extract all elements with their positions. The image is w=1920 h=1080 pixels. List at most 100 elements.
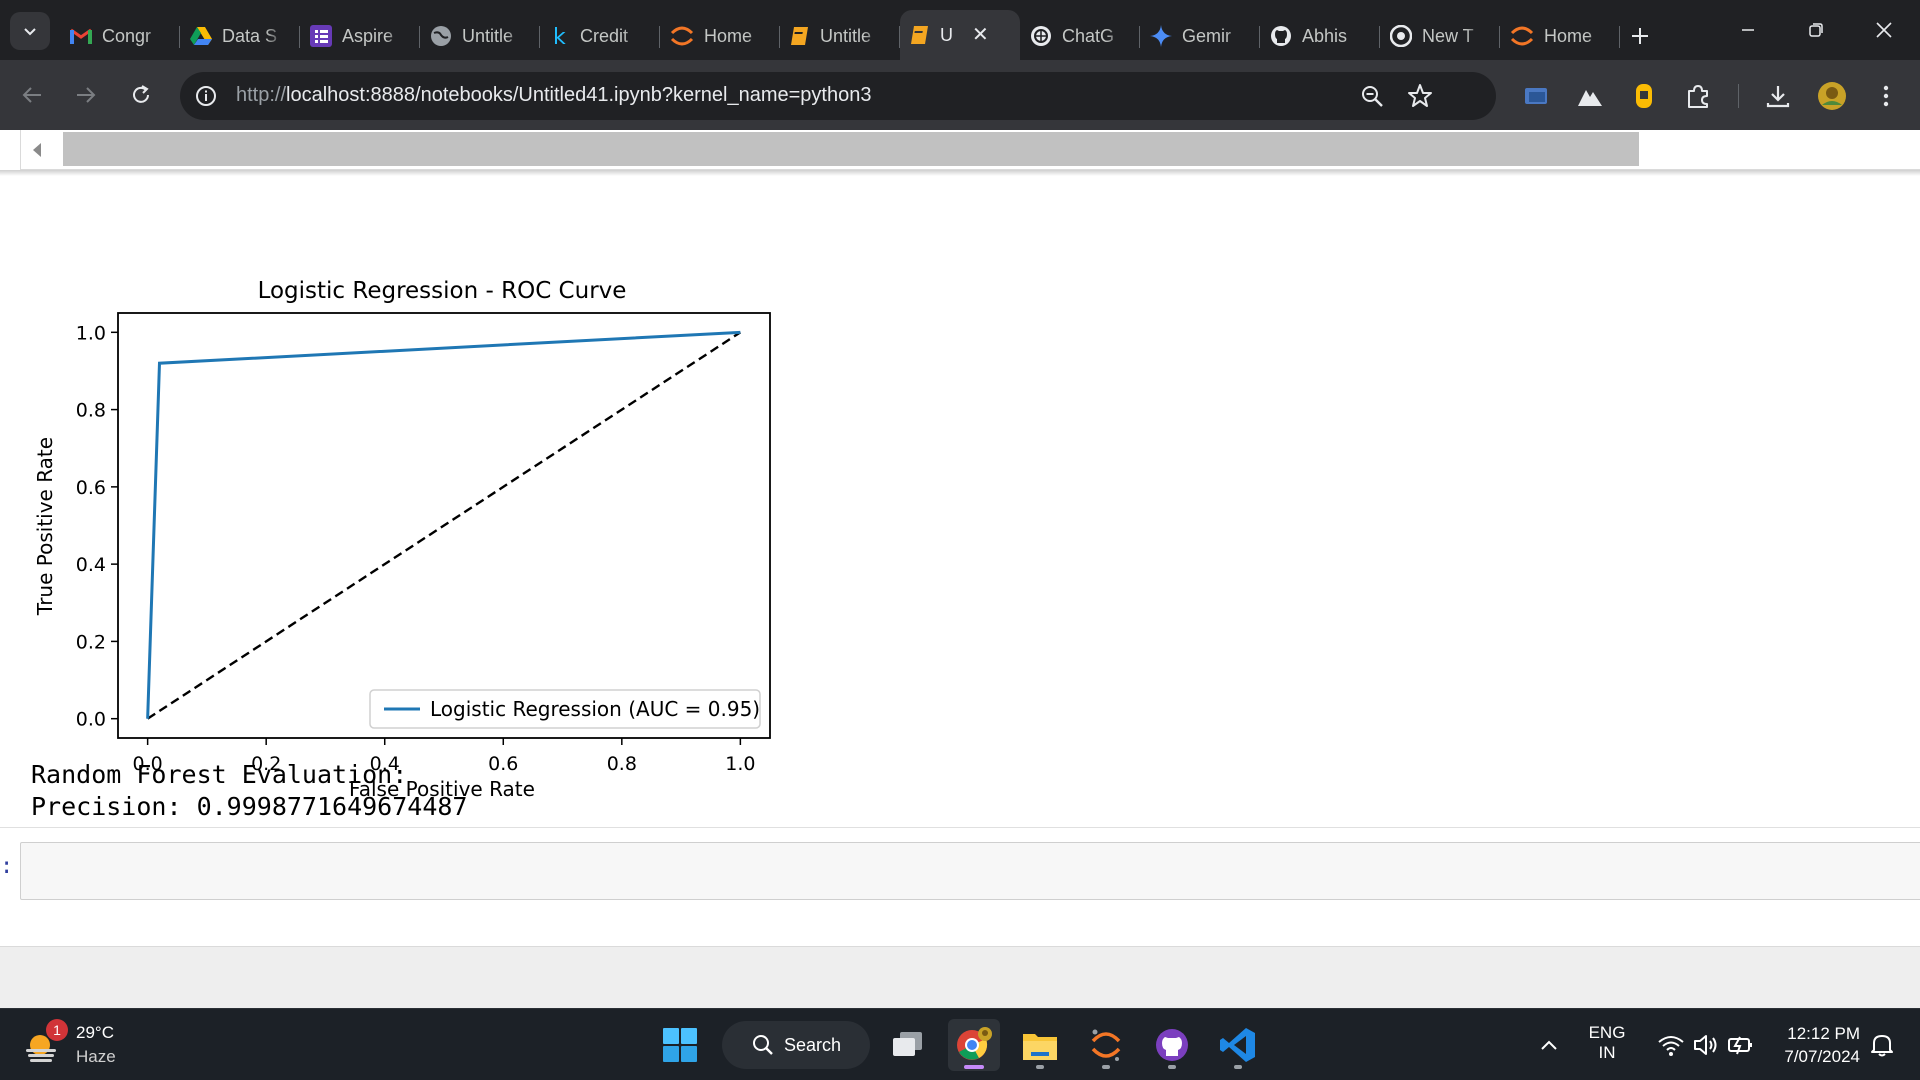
tab-gmail[interactable]: Congr	[60, 14, 180, 58]
tab-new-tab[interactable]: New T	[1380, 14, 1500, 58]
y-tick-label: 0.0	[76, 709, 106, 731]
chrome-icon	[1390, 25, 1412, 47]
tab-gemini[interactable]: Gemir	[1140, 14, 1260, 58]
search-label: Search	[784, 1034, 842, 1055]
taskbar-chrome[interactable]	[948, 1019, 1000, 1071]
clock-time: 12:12 PM	[1787, 1024, 1860, 1043]
taskbar-file-explorer[interactable]	[1014, 1019, 1066, 1071]
windows-taskbar: 1 29°C Haze Search ENG IN 12:12 PM 7/07/…	[0, 1008, 1920, 1080]
url-text[interactable]: http://localhost:8888/notebooks/Untitled…	[236, 84, 871, 107]
info-circle-icon	[196, 86, 216, 106]
notification-bell-icon	[1871, 1035, 1893, 1057]
taskbar-jupyter[interactable]	[1080, 1019, 1132, 1071]
browser-tab-strip: Congr Data S Aspire Untitle k Credit Hom…	[0, 0, 1920, 60]
running-indicator	[1168, 1065, 1176, 1069]
notebook-icon	[791, 27, 808, 45]
more-vertical-icon	[1883, 85, 1889, 107]
y-tick-label: 0.4	[76, 554, 106, 576]
tab-title: Data S	[222, 25, 278, 46]
y-tick-label: 0.8	[76, 400, 106, 422]
notification-badge: 1	[46, 1019, 68, 1041]
address-bar[interactable]: http://localhost:8888/notebooks/Untitled…	[180, 72, 1496, 120]
language-code: ENG	[1588, 1023, 1626, 1042]
url-scheme: http://	[236, 84, 287, 106]
forms-icon	[310, 25, 332, 47]
language-indicator[interactable]: ENG IN	[1582, 1023, 1632, 1063]
code-cell-input[interactable]	[20, 842, 1920, 900]
tab-title: Home	[704, 25, 753, 46]
globe-icon	[431, 26, 451, 46]
jupyter-icon	[1510, 26, 1534, 46]
weather-widget[interactable]: 1 29°C Haze	[24, 1019, 144, 1071]
plus-icon	[1632, 28, 1648, 44]
tab-github[interactable]: Abhis	[1260, 14, 1380, 58]
tab-untitled-web[interactable]: Untitle	[420, 14, 540, 58]
restore-button[interactable]	[1782, 0, 1850, 60]
extensions-button[interactable]	[1682, 80, 1714, 112]
running-indicator	[964, 1065, 984, 1069]
tab-jupyter-home-2[interactable]: Home	[1500, 14, 1620, 58]
scroll-left-arrow-icon[interactable]	[31, 142, 43, 158]
tab-chatgpt[interactable]: ChatG	[1020, 14, 1140, 58]
output-top-divider	[0, 170, 1920, 176]
show-hidden-icons-button[interactable]	[1523, 1019, 1575, 1071]
tab-active-notebook[interactable]: U ✕	[900, 10, 1020, 60]
tab-forms[interactable]: Aspire	[300, 14, 420, 58]
chevron-down-icon	[24, 28, 36, 36]
y-tick-label: 0.6	[76, 477, 106, 499]
clock-date: 7/07/2024	[1784, 1047, 1860, 1066]
site-info-icon[interactable]	[192, 82, 220, 110]
bookmark-button[interactable]	[1404, 80, 1436, 112]
taskbar-github-desktop[interactable]	[1146, 1019, 1198, 1071]
taskbar-vscode[interactable]	[1212, 1019, 1264, 1071]
chrome-icon	[957, 1027, 992, 1060]
horizontal-scrollbar[interactable]	[20, 130, 1920, 170]
minimize-button[interactable]	[1714, 0, 1782, 60]
tab-search-button[interactable]	[10, 12, 50, 50]
tab-title: Congr	[102, 25, 152, 46]
y-tick-label: 1.0	[76, 322, 106, 344]
back-button[interactable]	[12, 75, 52, 115]
running-indicator	[1102, 1065, 1110, 1069]
chatgpt-icon	[1031, 26, 1051, 46]
tab-title: Home	[1544, 25, 1593, 46]
extension-tab-manager-button[interactable]	[1520, 80, 1552, 112]
scrollbar-thumb[interactable]	[63, 132, 1639, 166]
system-clock[interactable]: 12:12 PM 7/07/2024	[1760, 1022, 1860, 1068]
profile-button[interactable]	[1816, 80, 1848, 112]
arrow-left-icon	[22, 87, 41, 103]
y-axis-label: True Positive Rate	[33, 437, 57, 616]
forward-button[interactable]	[66, 75, 106, 115]
tab-google-drive[interactable]: Data S	[180, 14, 300, 58]
tab-separator	[1619, 26, 1620, 48]
start-button[interactable]	[654, 1019, 706, 1071]
mountain-icon	[1578, 90, 1602, 106]
extension-yellow-button[interactable]	[1628, 80, 1660, 112]
tab-title: U	[940, 24, 953, 45]
chart-title: Logistic Regression - ROC Curve	[258, 278, 627, 304]
tab-kaggle[interactable]: k Credit	[540, 14, 660, 58]
reload-button[interactable]	[121, 75, 161, 115]
new-tab-button[interactable]	[1620, 14, 1660, 58]
chrome-menu-button[interactable]	[1870, 80, 1902, 112]
weather-condition: Haze	[76, 1047, 116, 1066]
close-window-button[interactable]	[1850, 0, 1918, 60]
tab-title: Untitle	[820, 25, 872, 46]
extension-drive-button[interactable]	[1574, 80, 1606, 112]
chance-diagonal-line	[146, 331, 742, 720]
tab-title: Abhis	[1302, 25, 1348, 46]
tab-notebook[interactable]: Untitle	[780, 14, 900, 58]
taskbar-search[interactable]: Search	[722, 1021, 870, 1069]
folder-icon	[1023, 1034, 1057, 1060]
close-tab-icon[interactable]: ✕	[972, 25, 989, 45]
notifications-button[interactable]	[1862, 1019, 1902, 1071]
task-view-button[interactable]	[882, 1019, 934, 1071]
search-icon	[753, 1035, 773, 1055]
zoom-out-icon	[1362, 86, 1383, 107]
downloads-button[interactable]	[1762, 80, 1794, 112]
zoom-button[interactable]	[1356, 80, 1388, 112]
tab-jupyter-home[interactable]: Home	[660, 14, 780, 58]
download-icon	[1766, 86, 1790, 108]
quick-settings-button[interactable]	[1646, 1019, 1766, 1071]
notebook-footer-area	[0, 946, 1920, 1008]
